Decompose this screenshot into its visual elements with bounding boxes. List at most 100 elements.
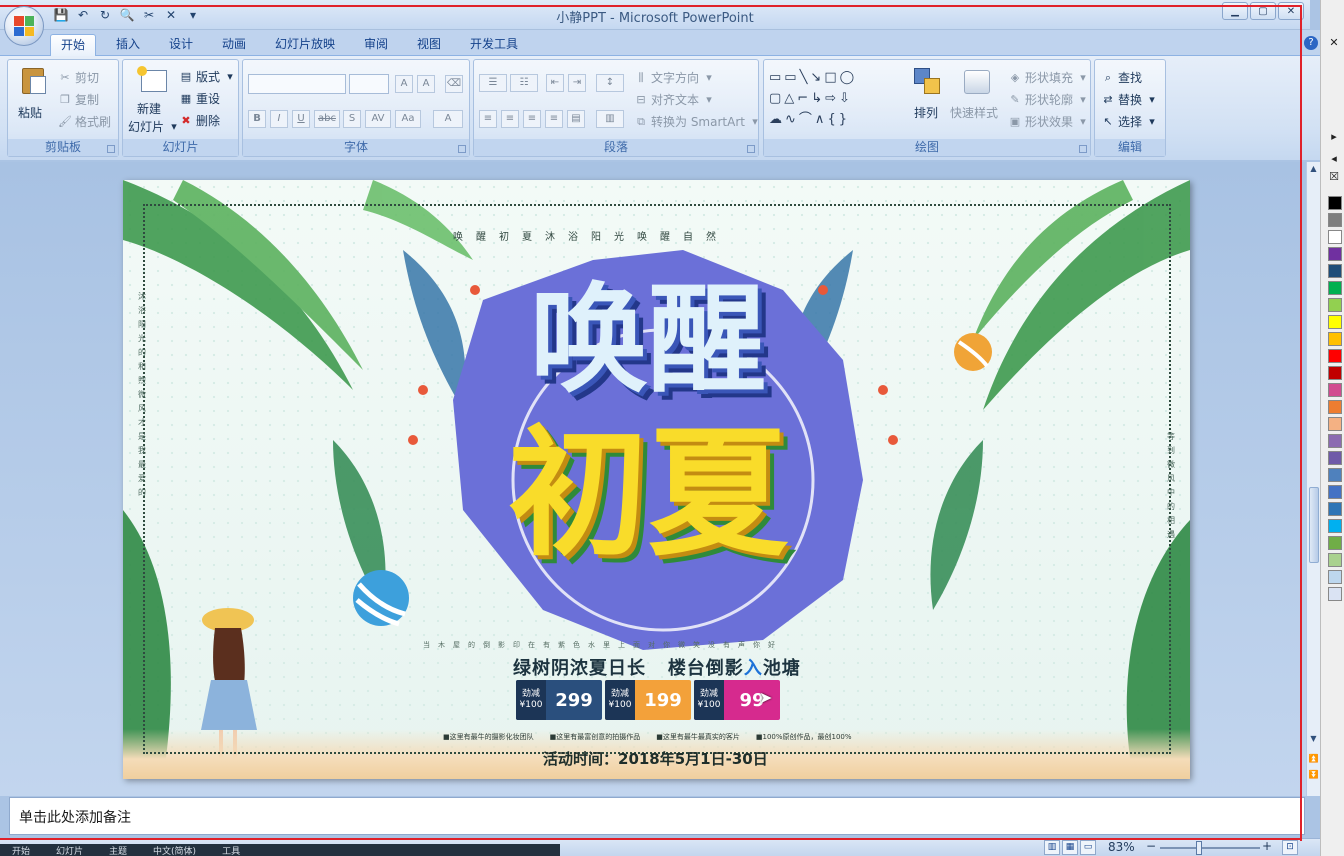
oval-icon[interactable]: ◯ xyxy=(840,70,858,85)
color-swatch[interactable] xyxy=(1328,417,1342,431)
tab-slideshow[interactable]: 幻灯片放映 xyxy=(265,34,345,56)
quick-styles-icon[interactable] xyxy=(960,66,992,98)
color-swatch[interactable] xyxy=(1328,400,1342,414)
angle-icon[interactable]: ∧ xyxy=(815,112,828,127)
freeform-icon[interactable]: ☁ xyxy=(769,112,785,127)
spacing-button[interactable]: AV xyxy=(365,110,391,128)
zoom-out-button[interactable]: − xyxy=(1146,839,1156,853)
color-swatch[interactable] xyxy=(1328,366,1342,380)
replace-button[interactable]: ⇄ 替换 ▾ xyxy=(1101,91,1159,108)
align-left-button[interactable]: ≡ xyxy=(479,110,497,128)
taskbar-item[interactable]: 主题 xyxy=(109,844,127,856)
color-swatch[interactable] xyxy=(1328,230,1342,244)
taskbar-item[interactable]: 中文(简体) xyxy=(153,844,196,856)
office-button[interactable] xyxy=(4,6,44,46)
brace-left-icon[interactable]: { xyxy=(827,112,838,127)
color-swatch[interactable] xyxy=(1328,247,1342,261)
clear-format-button[interactable]: ⌫ xyxy=(445,75,463,93)
text-direction-button[interactable]: ⫼ 文字方向 ▾ xyxy=(634,69,716,86)
scroll-up-icon[interactable]: ▲ xyxy=(1307,162,1320,176)
notes-pane[interactable]: 单击此处添加备注 xyxy=(9,797,1305,835)
color-swatch[interactable] xyxy=(1328,383,1342,397)
font-size-combo[interactable] xyxy=(349,74,389,94)
color-swatch[interactable] xyxy=(1328,196,1342,210)
color-swatch[interactable] xyxy=(1328,213,1342,227)
decrease-indent-button[interactable]: ⇤ xyxy=(546,74,564,92)
rounded-rect-icon[interactable]: ▢ xyxy=(769,91,784,106)
arrange-button[interactable]: 排列 xyxy=(914,104,938,121)
taskbar-item[interactable]: 幻灯片 xyxy=(56,844,83,856)
help-icon[interactable]: ? xyxy=(1304,36,1318,50)
find-button[interactable]: ⌕ 查找 xyxy=(1101,69,1142,86)
color-swatch[interactable] xyxy=(1328,332,1342,346)
format-painter-button[interactable]: 🖌 格式刷 xyxy=(58,113,111,130)
shadow-button[interactable]: S xyxy=(343,110,361,128)
zoom-slider-knob[interactable] xyxy=(1196,841,1202,855)
elbow-icon[interactable]: ↳ xyxy=(811,91,825,106)
zoom-slider[interactable] xyxy=(1160,847,1260,849)
taskbar-item[interactable]: 开始 xyxy=(12,844,30,856)
shape-effects-button[interactable]: ▣ 形状效果 ▾ xyxy=(1008,113,1090,130)
quick-styles-button[interactable]: 快速样式 xyxy=(950,104,998,121)
columns-button[interactable]: ▥ xyxy=(596,110,624,128)
brace-right-icon[interactable]: } xyxy=(839,112,850,127)
color-swatch[interactable] xyxy=(1328,264,1342,278)
dialog-launcher-icon[interactable] xyxy=(1079,145,1087,153)
scroll-down-icon[interactable]: ▼ xyxy=(1307,732,1320,746)
color-swatch[interactable] xyxy=(1328,468,1342,482)
dialog-launcher-icon[interactable] xyxy=(747,145,755,153)
normal-view-icon[interactable]: ▥ xyxy=(1044,840,1060,855)
strikethrough-button[interactable]: abc xyxy=(314,110,340,128)
new-slide-line2[interactable]: 幻灯片 ▾ xyxy=(128,118,181,135)
align-right-button[interactable]: ≡ xyxy=(523,110,541,128)
color-swatch[interactable] xyxy=(1328,281,1342,295)
color-swatch[interactable] xyxy=(1328,349,1342,363)
tab-view[interactable]: 视图 xyxy=(407,34,451,56)
increase-indent-button[interactable]: ⇥ xyxy=(568,74,586,92)
vertical-scrollbar[interactable]: ▲ ▼ ⏫ ⏬ xyxy=(1306,162,1320,796)
color-swatch[interactable] xyxy=(1328,587,1342,601)
numbering-button[interactable]: ☷ xyxy=(510,74,538,92)
line-icon[interactable]: ╲ xyxy=(800,70,811,85)
tab-animation[interactable]: 动画 xyxy=(212,34,256,56)
underline-button[interactable]: U xyxy=(292,110,310,128)
slide-canvas[interactable]: 唤醒初夏沐浴阳光唤醒自然 沐浴阳光的和煦微风才是我最爱的 等到微风中的相遇 唤醒… xyxy=(123,180,1190,779)
prev-slide-icon[interactable]: ⏫ xyxy=(1307,752,1320,766)
color-swatch[interactable] xyxy=(1328,451,1342,465)
shape-outline-button[interactable]: ✎ 形状轮廓 ▾ xyxy=(1008,91,1090,108)
shapes-gallery[interactable]: ▭▭╲↘□◯ ▢△⌐↳⇨⇩ ☁∿⌒∧{} xyxy=(769,67,893,127)
pin-icon[interactable]: ▸ xyxy=(1327,130,1341,143)
next-slide-icon[interactable]: ⏬ xyxy=(1307,768,1320,782)
distribute-button[interactable]: ▤ xyxy=(567,110,585,128)
rectangle-icon[interactable]: ▭ xyxy=(784,70,799,85)
reset-button[interactable]: ▦ 重设 xyxy=(179,90,220,107)
square-icon[interactable]: □ xyxy=(824,70,839,85)
tab-design[interactable]: 设计 xyxy=(159,34,203,56)
color-swatch[interactable] xyxy=(1328,553,1342,567)
new-slide-icon[interactable] xyxy=(137,66,169,98)
bold-button[interactable]: B xyxy=(248,110,266,128)
select-button[interactable]: ↖ 选择 ▾ xyxy=(1101,113,1159,130)
color-swatch[interactable] xyxy=(1328,434,1342,448)
connector-icon[interactable]: ⌐ xyxy=(797,91,811,106)
layout-button[interactable]: ▤ 版式 ▾ xyxy=(179,68,237,85)
triangle-icon[interactable]: △ xyxy=(784,91,797,106)
font-name-combo[interactable] xyxy=(248,74,346,94)
arrow-icon[interactable]: ↘ xyxy=(810,70,824,85)
align-text-button[interactable]: ⊟ 对齐文本 ▾ xyxy=(634,91,716,108)
close-icon[interactable]: ✕ xyxy=(1327,36,1341,49)
paste-button[interactable]: 粘贴 xyxy=(18,104,42,121)
curve-icon[interactable]: ∿ xyxy=(785,112,799,127)
tab-insert[interactable]: 插入 xyxy=(106,34,150,56)
fit-window-icon[interactable]: ⊡ xyxy=(1282,840,1298,855)
zoom-in-button[interactable]: + xyxy=(1262,839,1272,853)
color-swatch[interactable] xyxy=(1328,315,1342,329)
font-color-button[interactable]: A xyxy=(433,110,463,128)
align-center-button[interactable]: ≡ xyxy=(501,110,519,128)
right-arrow-icon[interactable]: ⇨ xyxy=(825,91,839,106)
color-swatch[interactable] xyxy=(1328,298,1342,312)
tab-home[interactable]: 开始 xyxy=(50,34,97,56)
color-swatch[interactable] xyxy=(1328,536,1342,550)
dialog-launcher-icon[interactable] xyxy=(107,145,115,153)
paste-icon[interactable] xyxy=(18,66,50,98)
